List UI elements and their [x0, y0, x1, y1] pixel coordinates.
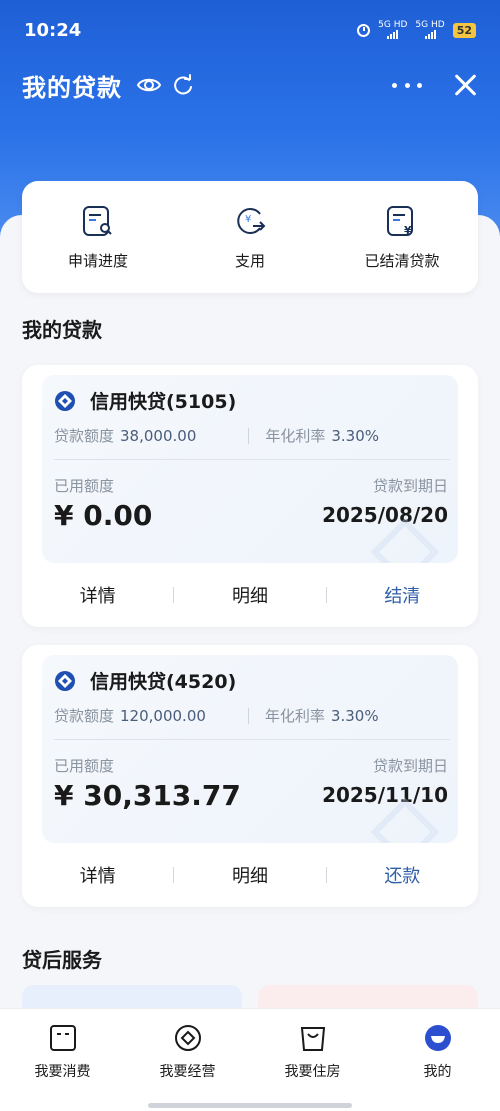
eye-icon[interactable]	[136, 72, 162, 98]
divider	[54, 739, 450, 740]
status-time: 10:24	[24, 19, 82, 41]
drawdown-icon: ¥	[237, 207, 266, 234]
watermark-icon	[370, 517, 440, 563]
tab-housing[interactable]: 我要住房	[250, 1009, 375, 1111]
more-icon[interactable]	[392, 75, 422, 95]
meta-divider	[247, 707, 249, 724]
bank-logo-icon	[55, 390, 75, 411]
watermark-icon	[370, 797, 440, 843]
svg-text:¥: ¥	[404, 224, 412, 237]
consume-icon	[49, 1025, 76, 1051]
refresh-icon[interactable]	[172, 74, 194, 96]
close-icon[interactable]	[452, 72, 478, 98]
repay-button[interactable]: 还款	[327, 862, 478, 888]
due-label: 贷款到期日	[372, 477, 448, 495]
quick-actions: 申请进度 ¥ 支用 ¥ 已结清贷款	[22, 181, 478, 293]
nav-bar: 我的贷款	[0, 60, 500, 110]
business-icon	[174, 1025, 201, 1051]
details-button[interactable]: 详情	[22, 582, 173, 608]
quick-item-drawdown[interactable]: ¥ 支用	[185, 204, 315, 271]
rate-label: 年化利率	[265, 427, 326, 445]
limit-label: 贷款额度	[54, 707, 115, 725]
svg-text:¥: ¥	[245, 214, 251, 225]
bank-logo-icon	[55, 670, 75, 691]
due-label: 贷款到期日	[372, 757, 448, 775]
statement-button[interactable]: 明细	[174, 862, 325, 888]
home-indicator	[148, 1103, 352, 1108]
details-button[interactable]: 详情	[22, 862, 173, 888]
tab-consume[interactable]: 我要消费	[0, 1009, 125, 1111]
housing-icon	[300, 1027, 325, 1051]
meta-divider	[248, 427, 250, 444]
divider	[54, 459, 450, 460]
used-label: 已用额度	[54, 757, 115, 775]
application-progress-icon	[83, 205, 112, 236]
signal-1-icon: 5G HD	[378, 21, 407, 39]
section-title-loans: 我的贷款	[22, 318, 102, 342]
alarm-icon	[357, 23, 371, 37]
status-icons: 5G HD 5G HD 52	[357, 21, 476, 39]
status-bar: 10:24 5G HD 5G HD 52	[0, 0, 500, 60]
settled-loans-icon: ¥	[387, 205, 413, 237]
quick-item-settled[interactable]: ¥ 已结清贷款	[337, 204, 467, 271]
battery-icon: 52	[452, 22, 476, 38]
signal-2-icon: 5G HD	[415, 21, 445, 39]
loan-summary[interactable]: 信用快贷(5105) 贷款额度 38,000.00 年化利率 3.30% 已用额…	[42, 375, 458, 563]
tab-business[interactable]: 我要经营	[125, 1009, 250, 1111]
used-label: 已用额度	[54, 477, 115, 495]
page-title: 我的贷款	[22, 73, 122, 102]
loan-card: 信用快贷(5105) 贷款额度 38,000.00 年化利率 3.30% 已用额…	[22, 365, 478, 627]
limit-label: 贷款额度	[54, 427, 115, 445]
loan-name: 信用快贷(5105)	[90, 391, 237, 413]
used-amount: ¥ 30,313.77	[54, 779, 241, 812]
settle-button[interactable]: 结清	[327, 582, 478, 608]
rate-value: 3.30%	[330, 706, 379, 725]
used-amount: ¥ 0.00	[54, 499, 153, 532]
statement-button[interactable]: 明细	[174, 582, 325, 608]
loan-summary[interactable]: 信用快贷(4520) 贷款额度 120,000.00 年化利率 3.30% 已用…	[42, 655, 458, 843]
loan-name: 信用快贷(4520)	[90, 671, 237, 693]
rate-value: 3.30%	[331, 426, 380, 445]
profile-icon	[424, 1025, 451, 1051]
tab-profile[interactable]: 我的	[375, 1009, 500, 1111]
rate-label: 年化利率	[264, 707, 325, 725]
quick-item-progress[interactable]: 申请进度	[33, 204, 163, 271]
limit-value: 38,000.00	[120, 426, 197, 445]
section-title-services: 贷后服务	[22, 948, 102, 972]
limit-value: 120,000.00	[120, 706, 206, 725]
bottom-tab-bar: 我要消费 我要经营 我要住房 我的	[0, 1008, 500, 1111]
loan-card: 信用快贷(4520) 贷款额度 120,000.00 年化利率 3.30% 已用…	[22, 645, 478, 907]
